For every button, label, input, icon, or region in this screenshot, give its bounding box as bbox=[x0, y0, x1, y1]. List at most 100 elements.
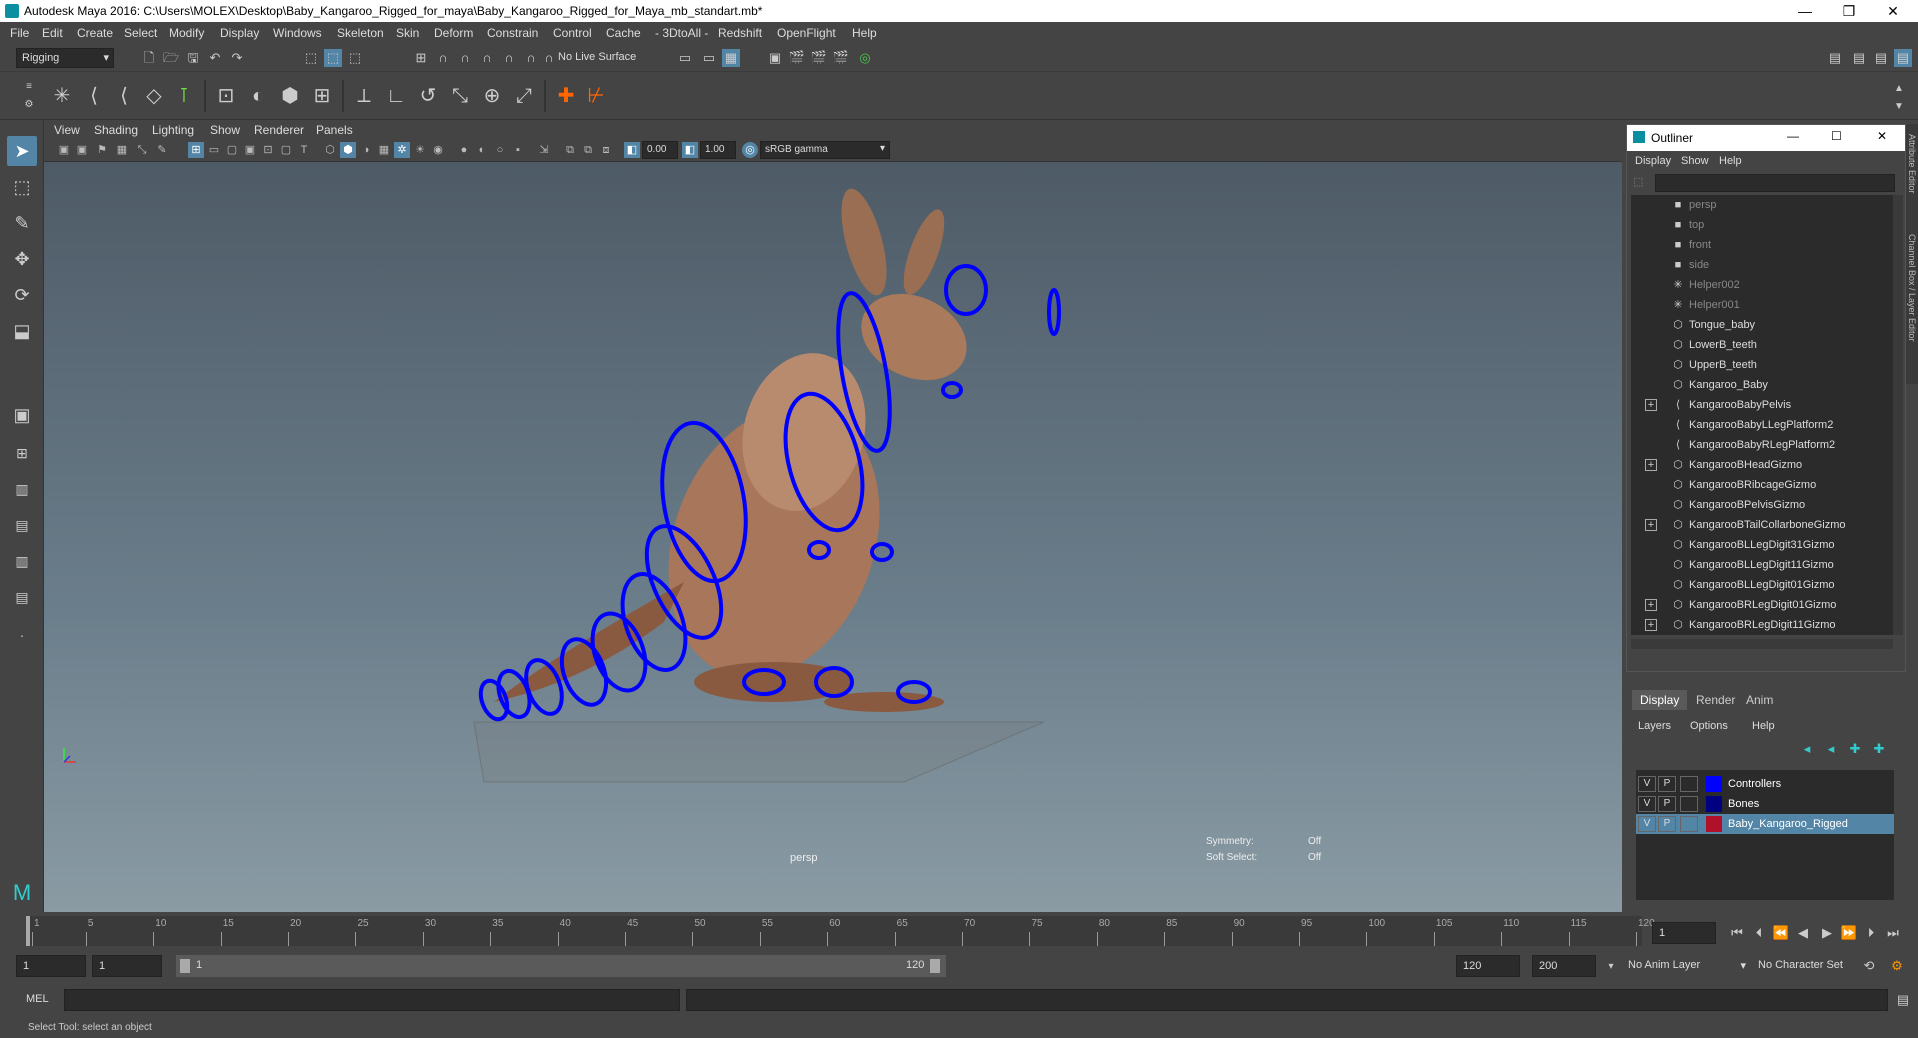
vp-menu-renderer[interactable]: Renderer bbox=[254, 123, 304, 137]
aim-constraint-icon[interactable]: ∟ bbox=[382, 82, 410, 110]
field-chart-icon[interactable]: ⊡ bbox=[260, 142, 276, 158]
textured-icon[interactable]: ▦ bbox=[376, 142, 392, 158]
step-back-frame-icon[interactable]: ⏴ bbox=[1750, 924, 1768, 942]
go-to-start-icon[interactable]: ⏮ bbox=[1728, 924, 1746, 942]
resolution-gate-icon[interactable]: ▢ bbox=[224, 142, 240, 158]
attribute-editor-toggle-icon[interactable]: ▤ bbox=[1850, 49, 1868, 67]
menu-help[interactable]: Help bbox=[852, 26, 877, 40]
layer-display-type-toggle[interactable] bbox=[1680, 816, 1698, 832]
outliner-item[interactable]: + ⬡ KangarooBTailCollarboneGizmo bbox=[1631, 515, 1893, 535]
menu-control[interactable]: Control bbox=[553, 26, 592, 40]
joint-tool-icon[interactable]: ✳ bbox=[48, 82, 76, 110]
outliner-item[interactable]: + ⬡ KangarooBHeadGizmo bbox=[1631, 455, 1893, 475]
scale-constraint-icon[interactable]: ⤡ bbox=[446, 82, 474, 110]
insert-joint-icon[interactable]: ◇ bbox=[140, 82, 168, 110]
layer-display-type-toggle[interactable] bbox=[1680, 796, 1698, 812]
point-constraint-icon[interactable]: ⟂ bbox=[350, 82, 378, 110]
outliner-minimize-button[interactable]: — bbox=[1787, 129, 1799, 143]
gate-mask-icon[interactable]: ▣ bbox=[242, 142, 258, 158]
single-perspective-layout-icon[interactable]: ▣ bbox=[7, 400, 37, 430]
menu-edit[interactable]: Edit bbox=[42, 26, 63, 40]
wireframe-icon[interactable]: ⬡ bbox=[322, 142, 338, 158]
play-backwards-icon[interactable]: ◀ bbox=[1794, 924, 1812, 942]
outliner-item[interactable]: ⬡ Kangaroo_Baby bbox=[1631, 375, 1893, 395]
shelf-settings-icon[interactable]: ⚙ bbox=[20, 96, 38, 114]
menu-skin[interactable]: Skin bbox=[396, 26, 419, 40]
lattice-icon[interactable]: ⬢ bbox=[276, 82, 304, 110]
smooth-shade-icon[interactable]: ⬢ bbox=[340, 142, 356, 158]
select-camera-icon[interactable]: ▣ bbox=[56, 142, 72, 158]
new-scene-icon[interactable]: 🗋 bbox=[140, 49, 158, 67]
animation-start-field[interactable]: 1 bbox=[16, 955, 86, 977]
outliner-item[interactable]: ⬡ KangarooBLLegDigit31Gizmo bbox=[1631, 535, 1893, 555]
undo-icon[interactable]: ↶ bbox=[206, 49, 224, 67]
character-set-dropdown[interactable]: No Character Set bbox=[1752, 955, 1868, 977]
redo-icon[interactable]: ↷ bbox=[228, 49, 246, 67]
shelf-tab-icon[interactable]: ≡ bbox=[20, 78, 38, 96]
menu-constrain[interactable]: Constrain bbox=[487, 26, 538, 40]
layer-visibility-toggle[interactable]: V bbox=[1638, 816, 1656, 832]
safe-title-icon[interactable]: T bbox=[296, 142, 312, 158]
animation-preferences-icon[interactable]: ⚙ bbox=[1888, 957, 1906, 975]
menuset-dropdown[interactable]: Rigging ▾ bbox=[16, 48, 114, 68]
menu-display[interactable]: Display bbox=[220, 26, 259, 40]
outliner-item[interactable]: + ⟨ KangarooBabyPelvis bbox=[1631, 395, 1893, 415]
xray-active-icon[interactable]: ⧉ bbox=[580, 142, 596, 158]
outliner-search-input[interactable] bbox=[1655, 174, 1895, 192]
restore-button[interactable]: ❐ bbox=[1826, 0, 1872, 22]
menu-redshift[interactable]: Redshift bbox=[718, 26, 762, 40]
step-forward-frame-icon[interactable]: ⏵ bbox=[1862, 924, 1880, 942]
menu-windows[interactable]: Windows bbox=[273, 26, 322, 40]
menu-select[interactable]: Select bbox=[124, 26, 157, 40]
render-frame-icon[interactable]: 🎬 bbox=[788, 49, 806, 67]
playback-start-field[interactable]: 1 bbox=[92, 955, 162, 977]
range-end-handle[interactable] bbox=[930, 959, 940, 973]
move-layer-up-icon[interactable]: ◂ bbox=[1798, 740, 1816, 758]
locator-icon[interactable]: ✚ bbox=[552, 82, 580, 110]
minimize-button[interactable]: — bbox=[1782, 0, 1828, 22]
cluster-icon[interactable]: ⊞ bbox=[308, 82, 336, 110]
snap-surface-icon[interactable]: ∩ bbox=[500, 49, 518, 67]
bind-skin-icon[interactable]: ⊡ bbox=[212, 82, 240, 110]
ipr-render-icon[interactable]: 🎬 bbox=[810, 49, 828, 67]
select-tool-icon[interactable]: ➤ bbox=[7, 136, 37, 166]
tool-settings-toggle-icon[interactable]: ▤ bbox=[1872, 49, 1890, 67]
set-driven-key-icon[interactable]: ⊬ bbox=[582, 82, 610, 110]
outliner-item[interactable]: ■ persp bbox=[1631, 195, 1893, 215]
layer-row[interactable]: V P Baby_Kangaroo_Rigged bbox=[1636, 814, 1894, 834]
scale-tool-icon[interactable]: ⬓ bbox=[7, 316, 37, 346]
snap-grid-icon[interactable]: ⊞ bbox=[412, 49, 430, 67]
shelf-scroll-down-icon[interactable]: ▼ bbox=[1890, 98, 1908, 116]
orient-constraint-icon[interactable]: ↺ bbox=[414, 82, 442, 110]
menu-skeleton[interactable]: Skeleton bbox=[337, 26, 384, 40]
move-tool-icon[interactable]: ✥ bbox=[7, 244, 37, 274]
expand-icon[interactable]: + bbox=[1645, 619, 1657, 631]
render-view-icon[interactable]: ▣ bbox=[766, 49, 784, 67]
outliner-menu-display[interactable]: Display bbox=[1635, 155, 1671, 167]
layer-playback-toggle[interactable]: P bbox=[1658, 816, 1676, 832]
ik-spline-icon[interactable]: ⟨ bbox=[110, 82, 138, 110]
channel-box-tab[interactable]: Channel Box / Layer Editor bbox=[1907, 234, 1917, 342]
auto-key-icon[interactable]: ⟲ bbox=[1860, 957, 1878, 975]
range-slider[interactable]: 1 120 bbox=[176, 955, 946, 977]
menu-file[interactable]: File bbox=[10, 26, 29, 40]
layer-color-swatch[interactable] bbox=[1706, 796, 1722, 812]
outliner-menu-show[interactable]: Show bbox=[1681, 155, 1709, 167]
go-to-end-icon[interactable]: ⏭ bbox=[1884, 924, 1902, 942]
vp-menu-lighting[interactable]: Lighting bbox=[152, 123, 194, 137]
ambient-occlusion-icon[interactable]: ◉ bbox=[430, 142, 446, 158]
tab-render[interactable]: Render bbox=[1688, 690, 1743, 710]
menu-openflight[interactable]: OpenFlight bbox=[777, 26, 836, 40]
menu-cache[interactable]: Cache bbox=[606, 26, 641, 40]
motion-blur-icon[interactable]: ● bbox=[456, 142, 472, 158]
save-scene-icon[interactable]: 🖫 bbox=[184, 49, 202, 67]
depth-of-field-icon[interactable]: ○ bbox=[492, 142, 508, 158]
color-management-icon[interactable]: ◎ bbox=[742, 142, 758, 158]
safe-action-icon[interactable]: ▢ bbox=[278, 142, 294, 158]
anti-alias-icon[interactable]: ◐ bbox=[474, 142, 490, 158]
outliner-item[interactable]: ⟨ KangarooBabyLLegPlatform2 bbox=[1631, 415, 1893, 435]
outliner-hscrollbar[interactable] bbox=[1631, 639, 1893, 649]
time-slider[interactable]: 1 5 10 15 20 25 30 35 40 45 50 55 60 65 70 75 80 85 90 95 10… bbox=[0, 912, 1918, 950]
expand-icon[interactable]: + bbox=[1645, 599, 1657, 611]
menu-modify[interactable]: Modify bbox=[169, 26, 204, 40]
